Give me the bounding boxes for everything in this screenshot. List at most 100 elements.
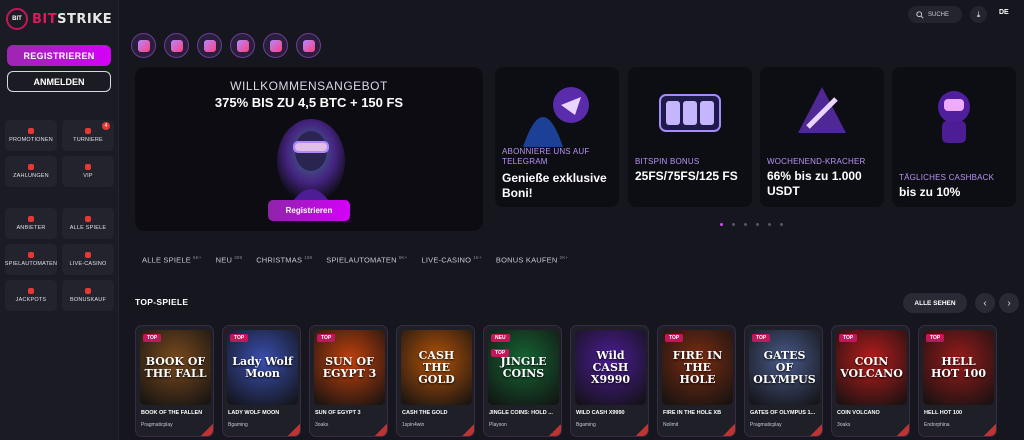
game-card[interactable]: HELL HOT 100 TOP HELL HOT 100 Endorphina bbox=[918, 325, 997, 437]
vr-woman-illustration bbox=[277, 119, 345, 207]
favorite-corner-icon[interactable] bbox=[375, 424, 387, 436]
game-art-title: Wild CASH X9990 bbox=[590, 348, 631, 386]
sidebar-item-providers[interactable]: ANBIETER bbox=[5, 208, 57, 239]
favorite-corner-icon[interactable] bbox=[984, 424, 996, 436]
hero-subtitle: 375% BIS ZU 4,5 BTC + 150 FS bbox=[214, 95, 404, 110]
next-button[interactable]: › bbox=[999, 293, 1019, 313]
sidebar-item-tournaments[interactable]: 4 TURNIERE bbox=[62, 120, 114, 151]
game-provider: 1spin4win bbox=[402, 422, 425, 428]
game-name: GATES OF OLYMPUS 1... bbox=[750, 410, 816, 416]
promo-card-weekend[interactable]: WOCHENEND-KRACHER 66% bis zu 1.000 USDT bbox=[760, 67, 884, 207]
tab-live-casino[interactable]: LIVE-CASINO 1K+ bbox=[421, 255, 481, 265]
promo-card-telegram[interactable]: ABONNIERE UNS AUF TELEGRAM Genieße exklu… bbox=[495, 67, 619, 207]
crown-icon bbox=[85, 164, 91, 170]
favorite-corner-icon[interactable] bbox=[288, 424, 300, 436]
game-provider: 3oaks bbox=[837, 422, 851, 428]
sidebar-item-all-games[interactable]: ALLE SPIELE bbox=[62, 208, 114, 239]
promo-card-cashback[interactable]: TÄGLICHES CASHBACK bis zu 10% bbox=[892, 67, 1016, 207]
favorite-corner-icon[interactable] bbox=[549, 424, 561, 436]
login-button[interactable]: ANMELDEN bbox=[7, 71, 111, 92]
tab-new[interactable]: NEU 308 bbox=[216, 255, 243, 265]
game-art-title: CASH THE GOLD bbox=[418, 348, 455, 386]
favorite-corner-icon[interactable] bbox=[636, 424, 648, 436]
tab-christmas[interactable]: CHRISTMAS 158 bbox=[256, 255, 312, 265]
sidebar-item-promotions[interactable]: PROMOTIONEN bbox=[5, 120, 57, 151]
game-badge: TOP bbox=[839, 334, 858, 342]
wallet-icon bbox=[28, 164, 34, 170]
game-provider: Bgaming bbox=[228, 422, 248, 428]
carousel-dot[interactable] bbox=[756, 223, 759, 226]
game-thumbnail[interactable]: CASH THE GOLD bbox=[401, 330, 472, 405]
gift-icon bbox=[28, 128, 34, 134]
game-card[interactable]: COIN VOLCANO TOP COIN VOLCANO 3oaks bbox=[831, 325, 910, 437]
weekend-illustration bbox=[798, 87, 846, 133]
tab-all-games[interactable]: ALLE SPIELE 5K+ bbox=[142, 255, 202, 265]
logo-badge: BIT bbox=[6, 8, 28, 30]
search-button[interactable]: SUCHE bbox=[908, 6, 962, 23]
game-badge: TOP bbox=[230, 334, 249, 342]
favorite-corner-icon[interactable] bbox=[810, 424, 822, 436]
game-art-title: HELL HOT 100 bbox=[931, 354, 986, 380]
favorite-corner-icon[interactable] bbox=[462, 424, 474, 436]
category-robot-icon[interactable] bbox=[263, 33, 288, 58]
game-card[interactable]: BOOK OF THE FALL TOP BOOK OF THE FALLEN Pra… bbox=[135, 325, 214, 437]
game-name: COIN VOLCANO bbox=[837, 410, 880, 416]
category-trophy-icon[interactable] bbox=[164, 33, 189, 58]
game-art-title: BOOK OF THE FALL bbox=[144, 354, 207, 380]
tab-slots[interactable]: SPIELAUTOMATEN 6K+ bbox=[326, 255, 407, 265]
game-thumbnail[interactable]: Wild CASH X9990 bbox=[575, 330, 646, 405]
section-title: TOP-SPIELE bbox=[135, 297, 189, 307]
game-card[interactable]: CASH THE GOLD CASH THE GOLD 1spin4win bbox=[396, 325, 475, 437]
top-games-row: BOOK OF THE FALL TOP BOOK OF THE FALLEN Pra… bbox=[135, 325, 997, 437]
see-all-button[interactable]: ALLE SEHEN bbox=[903, 293, 967, 313]
hero-title: WILLKOMMENSANGEBOT bbox=[230, 79, 388, 93]
carousel-dot[interactable] bbox=[720, 223, 723, 226]
category-cards-icon[interactable] bbox=[197, 33, 222, 58]
category-seven-icon[interactable] bbox=[230, 33, 255, 58]
carousel-dots bbox=[720, 223, 783, 226]
hero-register-button[interactable]: Registrieren bbox=[268, 200, 350, 221]
game-name: LADY WOLF MOON bbox=[228, 410, 280, 416]
register-button[interactable]: REGISTRIEREN bbox=[7, 45, 111, 66]
welcome-banner[interactable]: WILLKOMMENSANGEBOT 375% BIS ZU 4,5 BTC +… bbox=[135, 67, 483, 231]
tab-bonus-buy[interactable]: BONUS KAUFEN 2K+ bbox=[496, 255, 568, 265]
download-button[interactable]: ⤓ bbox=[970, 6, 987, 23]
game-name: WILD CASH X9990 bbox=[576, 410, 625, 416]
favorite-corner-icon[interactable] bbox=[897, 424, 909, 436]
game-name: BOOK OF THE FALLEN bbox=[141, 410, 203, 416]
category-live-icon[interactable] bbox=[296, 33, 321, 58]
slot-reels-illustration bbox=[659, 94, 721, 132]
game-name: CASH THE GOLD bbox=[402, 410, 448, 416]
carousel-dot[interactable] bbox=[732, 223, 735, 226]
game-card[interactable]: Lady Wolf Moon TOP LADY WOLF MOON Bgaming bbox=[222, 325, 301, 437]
sidebar-group-games: ANBIETER ALLE SPIELE SPIELAUTOMATEN LIVE… bbox=[5, 208, 114, 311]
language-selector[interactable]: DE bbox=[999, 9, 1009, 16]
cherry-icon bbox=[28, 252, 34, 258]
favorite-corner-icon[interactable] bbox=[201, 424, 213, 436]
category-slots-icon[interactable] bbox=[131, 33, 156, 58]
game-card[interactable]: Wild CASH X9990 WILD CASH X9990 Bgaming bbox=[570, 325, 649, 437]
sidebar-item-jackpots[interactable]: JACKPOTS bbox=[5, 280, 57, 311]
game-card[interactable]: GATES OF OLYMPUS TOP GATES OF OLYMPUS 1...… bbox=[744, 325, 823, 437]
jackpot-icon bbox=[28, 288, 34, 294]
sidebar-item-payments[interactable]: ZAHLUNGEN bbox=[5, 156, 57, 187]
carousel-dot[interactable] bbox=[768, 223, 771, 226]
game-card[interactable]: JINGLE COINS NEU TOP JINGLE COINS: HOLD ...… bbox=[483, 325, 562, 437]
game-card[interactable]: FIRE IN THE HOLE TOP FIRE IN THE HOLE XB No… bbox=[657, 325, 736, 437]
prev-button[interactable]: ‹ bbox=[975, 293, 995, 313]
game-card[interactable]: SUN OF EGYPT 3 TOP SUN OF EGYPT 3 3oaks bbox=[309, 325, 388, 437]
grid-icon bbox=[85, 216, 91, 222]
game-provider: Nolimit bbox=[663, 422, 679, 428]
sidebar-item-vip[interactable]: VIP bbox=[62, 156, 114, 187]
carousel-dot[interactable] bbox=[780, 223, 783, 226]
game-name: FIRE IN THE HOLE XB bbox=[663, 410, 722, 416]
game-provider: Pragmaticplay bbox=[141, 422, 173, 428]
carousel-dot[interactable] bbox=[744, 223, 747, 226]
promo-card-bitspin[interactable]: BITSPIN BONUS 25FS/75FS/125 FS bbox=[628, 67, 752, 207]
sidebar-item-live-casino[interactable]: LIVE-CASINO bbox=[62, 244, 114, 275]
game-badge: TOP bbox=[491, 349, 510, 357]
logo[interactable]: BIT BITSTRIKE bbox=[6, 8, 112, 30]
favorite-corner-icon[interactable] bbox=[723, 424, 735, 436]
sidebar-item-slots[interactable]: SPIELAUTOMATEN bbox=[5, 244, 57, 275]
sidebar-item-bonus-buy[interactable]: BONUSKAUF bbox=[62, 280, 114, 311]
